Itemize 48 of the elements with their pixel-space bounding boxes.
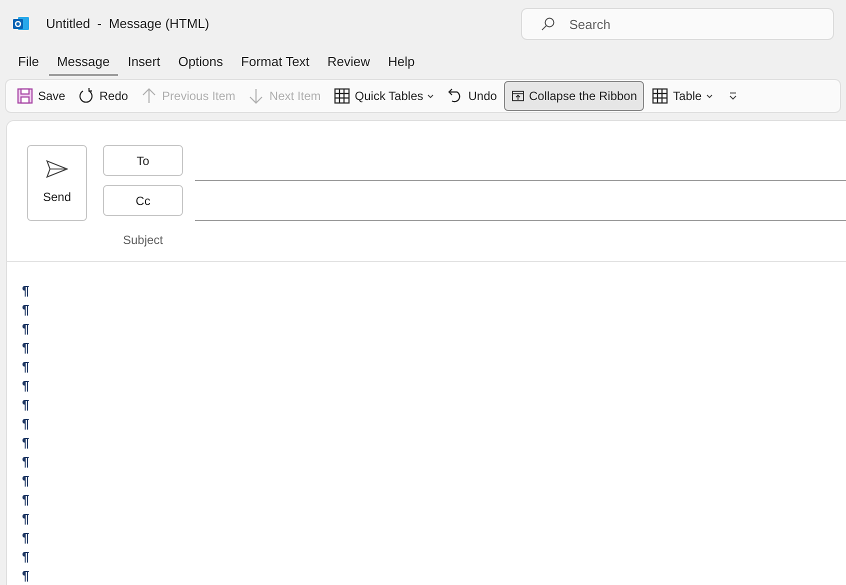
collapse-icon [510, 89, 525, 103]
cc-button[interactable]: Cc [103, 185, 183, 216]
paragraph-mark: ¶ [22, 529, 30, 547]
paragraph-mark: ¶ [22, 510, 30, 528]
ribbon-tab[interactable]: Options [170, 50, 232, 76]
paragraph-mark: ¶ [22, 339, 30, 357]
toolbar-button[interactable]: Undo [441, 81, 502, 111]
toolbar-button[interactable]: Quick Tables [328, 81, 440, 111]
paragraph-mark: ¶ [22, 301, 30, 319]
paragraph-mark: ¶ [22, 548, 30, 566]
to-button[interactable]: To [103, 145, 183, 176]
app-logo-icon [12, 15, 30, 33]
paragraph-mark: ¶ [22, 358, 30, 376]
send-button[interactable]: Send [27, 145, 87, 221]
save-icon [16, 87, 34, 105]
ribbon-tab[interactable]: Help [380, 50, 423, 76]
message-body[interactable]: ¶ ¶ ¶ ¶ ¶ ¶ ¶ ¶ ¶ ¶ ¶ ¶ ¶ ¶ ¶ ¶ [7, 262, 846, 585]
toolbar-button[interactable]: Save [11, 81, 70, 111]
subject-label: Subject [122, 232, 164, 249]
ribbon-tab[interactable]: File [10, 50, 47, 76]
ribbon-tab[interactable]: Format Text [233, 50, 318, 76]
ribbon-tab[interactable]: Message [48, 50, 118, 76]
chevron-down-icon [427, 94, 434, 98]
search-icon [541, 17, 556, 31]
toolbar-button[interactable]: Collapse the Ribbon [504, 81, 644, 111]
chevron-down-icon [706, 94, 713, 98]
table-icon [332, 87, 351, 105]
paragraph-mark: ¶ [22, 282, 30, 300]
ribbon-tab[interactable]: Review [319, 50, 378, 76]
send-icon [46, 160, 68, 178]
toolbar-button[interactable]: Table [646, 81, 718, 111]
redo-icon [77, 87, 96, 105]
paragraph-mark: ¶ [22, 415, 30, 433]
ribbon-tab[interactable]: Insert [120, 50, 168, 76]
table-icon [651, 87, 670, 105]
paragraph-mark: ¶ [22, 472, 30, 490]
paragraph-mark: ¶ [22, 396, 30, 414]
window-title: Untitled - Message (HTML) [46, 15, 210, 34]
search-field[interactable]: Search [521, 8, 834, 40]
paragraph-mark: ¶ [22, 377, 30, 395]
paragraph-mark: ¶ [22, 453, 30, 471]
paragraph-mark: ¶ [22, 567, 30, 585]
down-arrow-icon [247, 87, 266, 105]
paragraph-mark: ¶ [22, 434, 30, 452]
toolbar-button[interactable]: Redo [72, 81, 134, 111]
more-options-icon[interactable] [728, 91, 738, 101]
paragraph-mark: ¶ [22, 491, 30, 509]
paragraph-mark: ¶ [22, 320, 30, 338]
